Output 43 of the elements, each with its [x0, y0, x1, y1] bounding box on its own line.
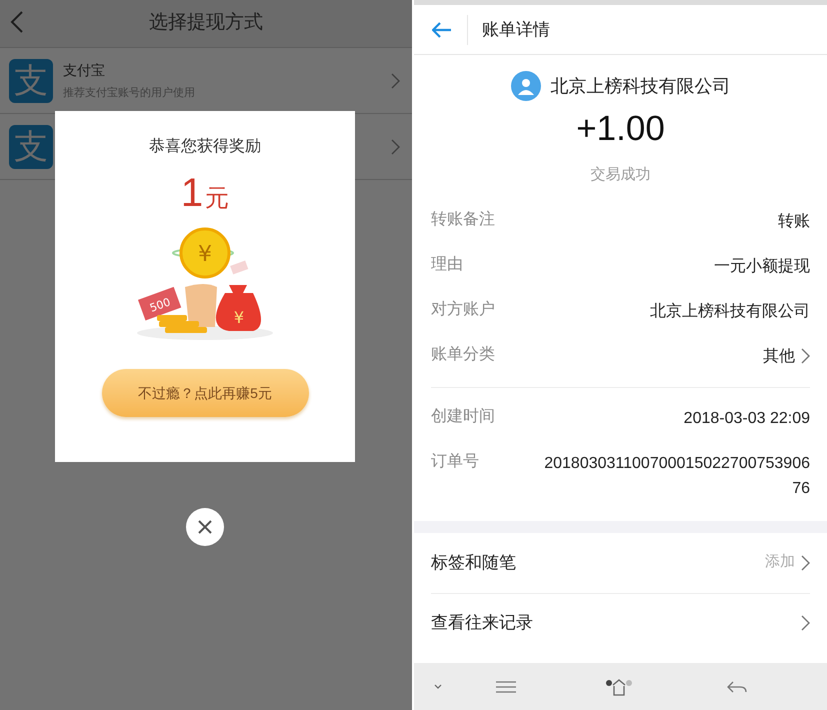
dialog-title: 恭喜您获得奖励 — [149, 136, 261, 157]
action-row[interactable]: 查看往来记录 — [431, 592, 810, 652]
detail-value: 一元小额提现 — [714, 256, 810, 276]
collapse-icon[interactable] — [434, 684, 442, 689]
chevron-icon — [391, 138, 400, 154]
coins-illustration: 500 ¥ ¥ — [135, 227, 275, 343]
detail-label: 订单号 — [431, 452, 479, 472]
payee-name: 北京上榜科技有限公司 — [550, 74, 730, 98]
detail-label: 转账备注 — [431, 210, 495, 230]
transaction-status: 交易成功 — [590, 165, 650, 185]
chevron-icon — [391, 72, 400, 88]
alipay-logo: 支 — [9, 124, 53, 168]
page-title: 账单详情 — [482, 18, 550, 41]
back-arrow-icon[interactable] — [432, 22, 452, 38]
detail-label: 账单分类 — [431, 344, 495, 364]
page-title: 选择提现方式 — [149, 11, 263, 36]
detail-value: 转账 — [778, 212, 810, 232]
earn-more-button[interactable]: 不过瘾？点此再赚5元 — [102, 369, 308, 417]
method-name: 支付宝 — [63, 60, 106, 80]
action-label: 标签和随笔 — [431, 552, 516, 574]
action-label: 查看往来记录 — [431, 612, 533, 634]
detail-value: 其他 — [763, 346, 795, 366]
home-icon[interactable] — [606, 678, 632, 696]
back-icon[interactable] — [727, 680, 747, 692]
close-button[interactable] — [186, 508, 224, 546]
chevron-icon — [801, 615, 810, 631]
transaction-amount: +1.00 — [576, 111, 665, 146]
reward-unit: 元 — [205, 187, 230, 211]
chevron-icon — [801, 554, 810, 570]
detail-label: 创建时间 — [431, 406, 495, 426]
close-icon — [197, 519, 213, 535]
action-value: 添加 — [765, 552, 795, 572]
detail-label: 对方账户 — [431, 300, 495, 320]
detail-value: 2018-03-03 22:09 — [684, 408, 810, 428]
avatar-icon — [510, 71, 540, 101]
menu-icon[interactable] — [496, 680, 516, 692]
back-icon[interactable] — [10, 10, 24, 34]
reward-amount: 1 — [180, 173, 204, 213]
detail-value: 20180303110070001502270075390676 — [543, 454, 810, 498]
alipay-logo: 支 — [9, 58, 53, 102]
action-row[interactable]: 标签和随笔 添加 — [431, 532, 810, 592]
detail-label: 理由 — [431, 254, 463, 274]
detail-value: 北京上榜科技有限公司 — [650, 302, 810, 322]
